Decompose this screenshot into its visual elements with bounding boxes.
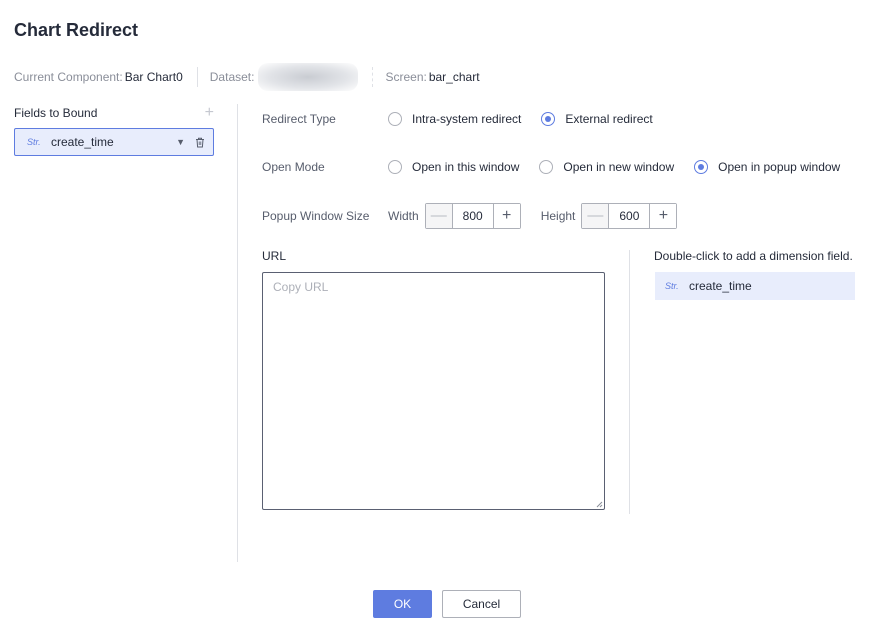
bound-field-name: create_time [51, 135, 114, 149]
dataset-label: Dataset: [209, 70, 255, 84]
current-component-info: Current Component: Bar Chart0 [14, 66, 183, 88]
radio-label: External redirect [565, 112, 653, 126]
radio-label: Open in popup window [718, 160, 841, 174]
minus-icon[interactable]: — [425, 204, 453, 228]
plus-icon[interactable]: + [205, 105, 214, 121]
dimension-hint: Double-click to add a dimension field. [654, 249, 853, 263]
popup-size-label: Popup Window Size [262, 209, 370, 223]
dimension-field-name: create_time [689, 279, 752, 293]
width-label: Width [388, 209, 419, 223]
resize-handle-icon[interactable] [595, 500, 603, 508]
radio-external-redirect[interactable]: External redirect [541, 112, 653, 126]
radio-label: Open in this window [412, 160, 520, 174]
dataset-value-blurred [258, 63, 359, 91]
info-bar: Current Component: Bar Chart0 Dataset: S… [14, 63, 480, 91]
fields-panel: Fields to Bound + Str. create_time ▼ [14, 104, 214, 156]
screen-label: Screen: [385, 70, 427, 84]
radio-circle[interactable] [541, 112, 556, 126]
radio-circle[interactable] [388, 160, 402, 174]
radio-open-this-window[interactable]: Open in this window [388, 160, 519, 174]
radio-label: Open in new window [563, 160, 675, 174]
bound-field-item[interactable]: Str. create_time ▼ [14, 128, 214, 156]
radio-circle[interactable] [388, 112, 402, 126]
radio-circle[interactable] [539, 160, 554, 174]
open-mode-label: Open Mode [262, 160, 325, 174]
screen-info: Screen: bar_chart [385, 66, 479, 88]
ok-button[interactable]: OK [373, 590, 432, 618]
radio-circle[interactable] [694, 160, 709, 174]
fields-header-label: Fields to Bound [14, 106, 98, 120]
trash-icon[interactable] [195, 137, 205, 148]
chevron-down-icon[interactable]: ▼ [176, 137, 185, 147]
info-divider [372, 67, 374, 87]
width-value[interactable]: 800 [453, 204, 493, 228]
url-input[interactable] [262, 272, 605, 510]
panel-divider [237, 104, 238, 562]
plus-icon[interactable]: + [492, 204, 520, 228]
cancel-button[interactable]: Cancel [442, 590, 521, 618]
string-type-tag: Str. [665, 281, 679, 291]
open-mode-row: Open Mode Open in this window Open in ne… [262, 156, 860, 178]
radio-open-new-window[interactable]: Open in new window [539, 160, 674, 174]
height-label: Height [540, 209, 576, 223]
radio-open-popup-window[interactable]: Open in popup window [694, 160, 840, 174]
dataset-info: Dataset: [209, 63, 359, 91]
dimension-field-item[interactable]: Str. create_time [655, 272, 855, 300]
height-value[interactable]: 600 [609, 204, 649, 228]
fields-header: Fields to Bound + [14, 104, 214, 122]
width-stepper[interactable]: — 800 + [424, 203, 521, 229]
plus-icon[interactable]: + [649, 204, 677, 228]
info-divider [196, 67, 198, 87]
screen-value: bar_chart [428, 70, 480, 84]
dimension-divider [629, 250, 630, 514]
popup-size-row: Popup Window Size Width — 800 + Height —… [262, 203, 697, 229]
height-stepper[interactable]: — 600 + [581, 203, 678, 229]
current-component-value: Bar Chart0 [124, 70, 183, 84]
string-type-tag: Str. [27, 137, 41, 147]
radio-intra-system-redirect[interactable]: Intra-system redirect [388, 112, 521, 126]
dialog-title: Chart Redirect [14, 20, 139, 40]
minus-icon[interactable]: — [582, 204, 610, 228]
current-component-label: Current Component: [14, 70, 123, 84]
radio-label: Intra-system redirect [412, 112, 522, 126]
redirect-type-row: Redirect Type Intra-system redirect Exte… [262, 108, 673, 130]
url-label: URL [262, 249, 287, 263]
redirect-type-label: Redirect Type [262, 112, 336, 126]
